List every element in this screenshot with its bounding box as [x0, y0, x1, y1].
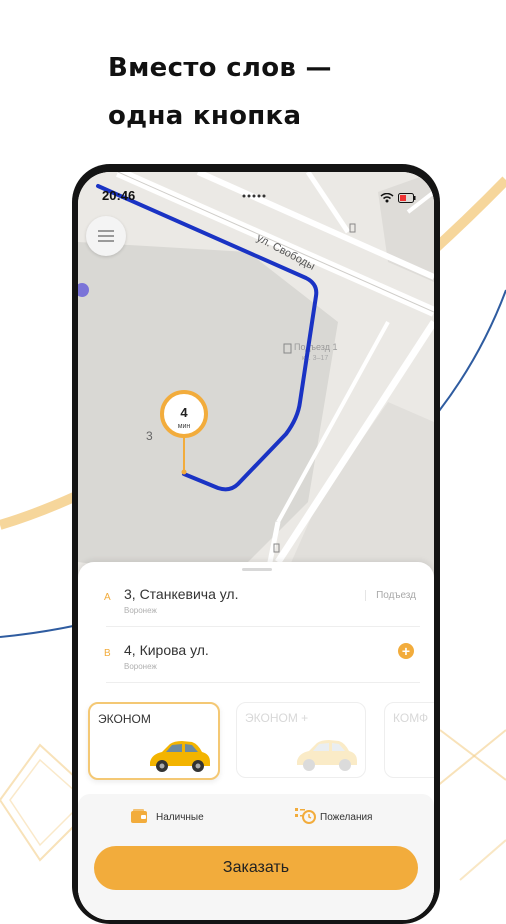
- add-stop-button[interactable]: +: [398, 643, 414, 659]
- headline-line-1: Вместо слов —: [108, 53, 332, 83]
- tariff-card-econom[interactable]: ЭКОНОМ: [88, 702, 220, 780]
- tariff-name: ЭКОНОМ: [98, 712, 151, 726]
- order-bottom-panel: Наличные Пожелания Заказать: [78, 794, 434, 920]
- notch-dots-icon: [242, 194, 266, 198]
- status-time: 20:46: [102, 188, 136, 203]
- entrance-label: Подъезд 1: [294, 342, 337, 352]
- destination-address-row[interactable]: B 4, Кирова ул. Воронеж +: [92, 632, 420, 683]
- order-button[interactable]: Заказать: [94, 846, 418, 890]
- pickup-address-row[interactable]: A 3, Станкевича ул. Воронеж Подъезд: [92, 576, 420, 627]
- destination-address: 4, Кирова ул.: [124, 642, 209, 658]
- tariff-name: ЭКОНОМ +: [245, 711, 309, 725]
- eta-unit: мин: [178, 423, 191, 430]
- entrance-field[interactable]: Подъезд: [365, 590, 416, 601]
- pickup-city: Воронеж: [124, 606, 157, 615]
- wifi-icon: [380, 192, 394, 203]
- sheet-grab-handle[interactable]: [242, 568, 272, 571]
- order-sheet: A 3, Станкевича ул. Воронеж Подъезд B 4,…: [78, 562, 434, 920]
- tariff-card-econom-plus[interactable]: ЭКОНОМ +: [236, 702, 366, 778]
- battery-icon: [398, 193, 416, 203]
- payment-method-label: Наличные: [156, 812, 204, 823]
- taxi-car-icon: [150, 741, 210, 772]
- hamburger-icon: [98, 230, 114, 242]
- status-bar: 20:46: [78, 186, 434, 206]
- phone-screen: ул. Свободы 3 Подъезд 1 кв. 3–17 4 мин 2…: [78, 172, 434, 920]
- tariff-card-comfort[interactable]: КОМФ: [384, 702, 434, 778]
- destination-letter: B: [104, 648, 111, 659]
- tariff-selector: ЭКОНОМ ЭКОНОМ + КОМФ: [78, 702, 434, 786]
- status-icons: [380, 190, 416, 208]
- tariff-name: КОМФ: [393, 711, 429, 725]
- phone-frame: ул. Свободы 3 Подъезд 1 кв. 3–17 4 мин 2…: [72, 164, 440, 924]
- taxi-car-icon: [297, 740, 357, 771]
- address-divider: [106, 682, 420, 683]
- wallet-icon: [131, 809, 147, 823]
- menu-button[interactable]: [86, 216, 126, 256]
- destination-city: Воронеж: [124, 662, 157, 671]
- eta-value: 4: [180, 405, 188, 420]
- headline-line-2: одна кнопка: [108, 101, 302, 131]
- wishes-list-icon: [295, 808, 316, 824]
- wishes-label: Пожелания: [320, 812, 373, 823]
- address-divider: [106, 626, 420, 627]
- pickup-address: 3, Станкевича ул.: [124, 586, 239, 602]
- building-number: 3: [146, 429, 153, 443]
- pickup-letter: A: [104, 592, 111, 603]
- headline: Вместо слов — одна кнопка: [108, 44, 332, 140]
- map-view[interactable]: ул. Свободы 3 Подъезд 1 кв. 3–17 4 мин: [78, 172, 434, 592]
